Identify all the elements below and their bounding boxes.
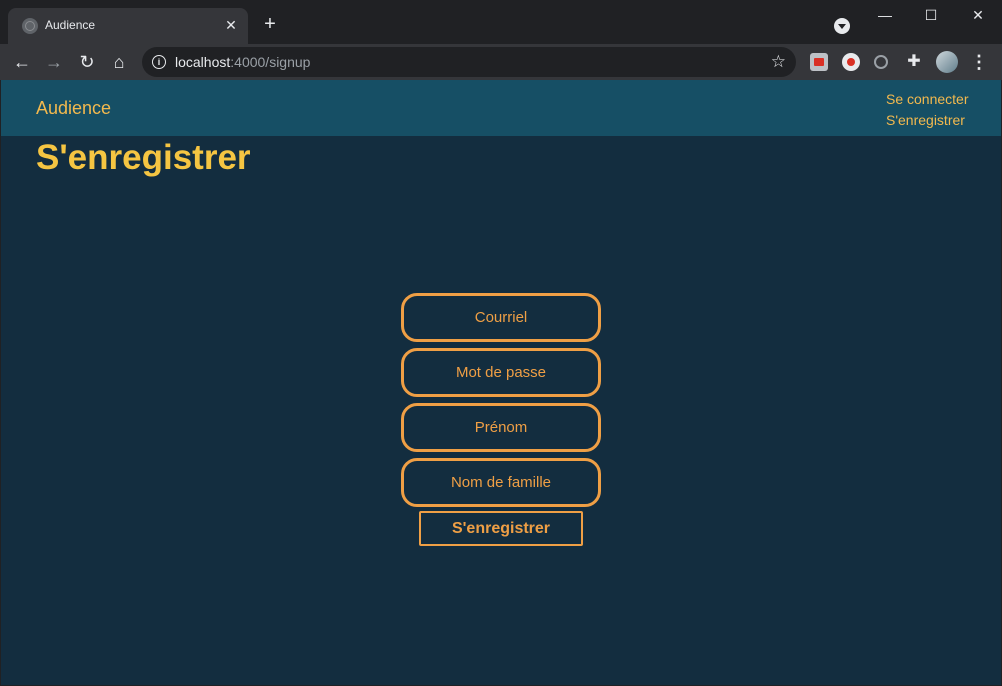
globe-icon xyxy=(22,18,38,34)
profile-avatar[interactable] xyxy=(936,51,958,73)
login-link[interactable]: Se connecter xyxy=(886,89,969,110)
maximize-icon[interactable]: ☐ xyxy=(908,0,954,30)
more-menu-icon[interactable]: ⋮ xyxy=(970,52,988,72)
firstname-field[interactable] xyxy=(401,403,601,452)
page-title: S'enregistrer xyxy=(36,138,251,177)
site-info-icon[interactable]: i xyxy=(152,55,166,69)
browser-toolbar: ← → ↻ ⌂ i localhost:4000/signup ☆ ✚ ⋮ xyxy=(0,44,1002,80)
bookmark-star-icon[interactable]: ☆ xyxy=(771,52,786,72)
app-header: Audience Se connecter S'enregistrer xyxy=(1,80,1001,136)
forward-icon[interactable]: → xyxy=(43,51,65,73)
address-bar[interactable]: i localhost:4000/signup ☆ xyxy=(142,47,796,77)
signup-button[interactable]: S'enregistrer xyxy=(419,511,583,546)
page-viewport: Audience Se connecter S'enregistrer S'en… xyxy=(1,80,1001,685)
puzzle-icon[interactable]: ✚ xyxy=(905,53,923,71)
tab-title: Audience xyxy=(45,18,96,32)
home-icon[interactable]: ⌂ xyxy=(108,51,130,73)
url-text[interactable]: localhost:4000/signup xyxy=(175,54,310,70)
back-icon[interactable]: ← xyxy=(11,51,33,73)
record-icon[interactable] xyxy=(842,53,860,71)
close-tab-icon[interactable]: ✕ xyxy=(222,16,240,34)
tab-search-icon[interactable] xyxy=(834,18,850,34)
email-field[interactable] xyxy=(401,293,601,342)
lastname-field[interactable] xyxy=(401,458,601,507)
circle-icon[interactable] xyxy=(874,55,888,69)
password-field[interactable] xyxy=(401,348,601,397)
cast-icon[interactable] xyxy=(810,53,828,71)
minimize-icon[interactable]: — xyxy=(862,0,908,30)
browser-tab[interactable]: Audience ✕ xyxy=(8,8,248,44)
brand-link[interactable]: Audience xyxy=(36,98,111,119)
header-nav: Se connecter S'enregistrer xyxy=(886,89,969,131)
signup-link[interactable]: S'enregistrer xyxy=(886,110,969,131)
reload-icon[interactable]: ↻ xyxy=(76,51,98,73)
browser-titlebar: Audience ✕ + — ☐ ✕ xyxy=(0,0,1002,44)
window-close-icon[interactable]: ✕ xyxy=(955,0,1001,30)
new-tab-icon[interactable]: + xyxy=(260,14,280,34)
signup-form: S'enregistrer xyxy=(401,293,601,546)
